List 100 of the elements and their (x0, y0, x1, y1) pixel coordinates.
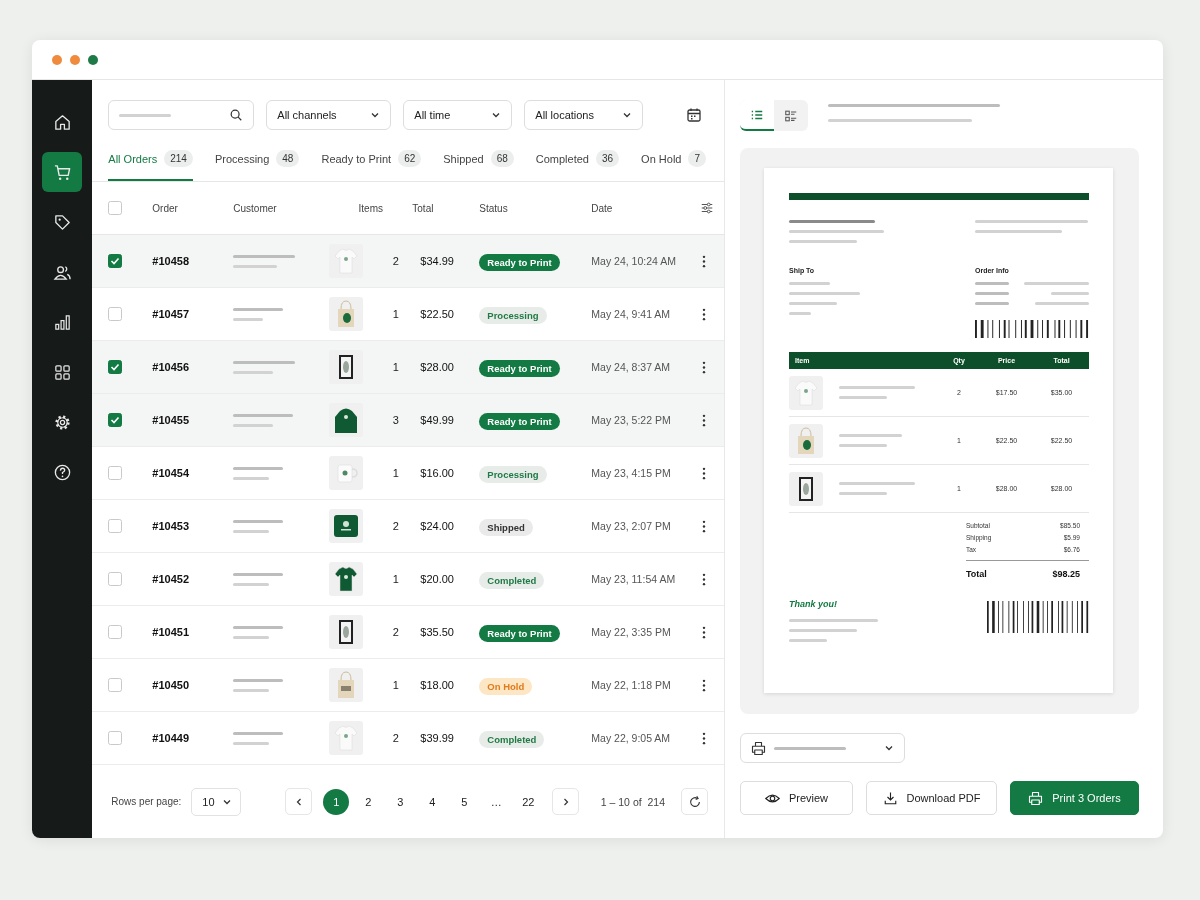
page-button[interactable]: 1 (323, 788, 350, 815)
select-all-checkbox[interactable] (108, 201, 123, 215)
item-count: 2 (392, 732, 399, 744)
item-count: 1 (392, 573, 399, 585)
order-number: #10453 (152, 520, 190, 532)
printer-icon (751, 740, 766, 756)
row-checkbox[interactable] (108, 572, 123, 586)
calendar-button[interactable] (686, 107, 702, 123)
filter-dropdown[interactable]: All locations (524, 100, 644, 130)
sliders-icon[interactable] (700, 201, 715, 215)
status-badge: Ready to Print (479, 624, 560, 642)
window-dot[interactable] (52, 54, 62, 65)
page-button[interactable]: 4 (419, 788, 446, 815)
order-number: #10454 (152, 467, 190, 479)
row-checkbox[interactable] (108, 731, 123, 745)
order-row[interactable]: #10454 1 $16.00 Processing May 23, 4:15 PM (92, 447, 724, 500)
more-icon[interactable] (702, 731, 707, 745)
order-total: $35.50 (419, 626, 455, 638)
placeholder-line (233, 307, 284, 311)
bar-chart-icon (52, 312, 72, 332)
tag-icon (52, 212, 72, 232)
more-icon[interactable] (702, 466, 707, 480)
more-icon[interactable] (702, 360, 707, 374)
row-checkbox[interactable] (108, 360, 123, 374)
item-count: 2 (392, 255, 399, 267)
chevron-down-icon (884, 743, 894, 753)
count-badge: 214 (164, 150, 193, 167)
status-badge: Processing (479, 306, 547, 324)
row-checkbox[interactable] (108, 466, 123, 480)
more-icon[interactable] (702, 413, 707, 427)
order-date: May 24, 9:41 AM (591, 308, 672, 320)
refresh-button[interactable] (681, 788, 708, 815)
rows-per-page-dropdown[interactable]: 10 (191, 787, 242, 816)
status-badge: Ready to Print (479, 359, 560, 377)
filter-tab[interactable]: Shipped 68 (443, 150, 514, 181)
order-row[interactable]: #10450 1 $18.00 On Hold May 22, 1:18 PM (92, 659, 724, 712)
row-checkbox[interactable] (108, 307, 123, 321)
more-icon[interactable] (702, 519, 707, 533)
item-count: 1 (392, 467, 399, 479)
action-button[interactable]: Download PDF (866, 781, 997, 815)
order-date: May 23, 11:54 AM (591, 573, 677, 585)
more-icon[interactable] (702, 572, 707, 586)
page-button[interactable]: 22 (515, 788, 542, 815)
order-row[interactable]: #10449 2 $39.99 Completed May 22, 9:05 AM (92, 712, 724, 765)
search-field[interactable] (108, 100, 255, 130)
filter-tab[interactable]: Processing 48 (214, 150, 300, 181)
window-dot[interactable] (88, 54, 98, 65)
order-row[interactable]: #10451 2 $35.50 Ready to Print May 22, 3:35 PM (92, 606, 724, 659)
order-number: #10457 (152, 308, 190, 320)
row-checkbox[interactable] (108, 678, 123, 692)
column-header: Status (479, 202, 509, 214)
order-date: May 23, 2:07 PM (591, 520, 672, 532)
window-dot[interactable] (70, 54, 80, 65)
tab-label: Processing (214, 152, 270, 165)
nav-button[interactable] (42, 152, 83, 192)
row-checkbox[interactable] (108, 625, 123, 639)
page-button[interactable]: … (483, 788, 510, 815)
count-badge: 62 (398, 150, 422, 167)
page-button[interactable]: 2 (355, 788, 382, 815)
more-icon[interactable] (702, 307, 707, 321)
filter-tab[interactable]: All Orders 214 (108, 150, 193, 181)
order-date: May 24, 10:24 AM (591, 255, 677, 267)
more-icon[interactable] (702, 678, 707, 692)
order-row[interactable]: #10453 2 $24.00 Shipped May 23, 2:07 PM (92, 500, 724, 553)
page-button[interactable]: 5 (451, 788, 478, 815)
order-total: $16.00 (419, 467, 455, 479)
filter-tab[interactable]: Ready to Print 62 (321, 150, 422, 181)
placeholder-line (233, 678, 284, 682)
placeholder-line (233, 572, 284, 576)
filter-dropdown[interactable]: All time (403, 100, 513, 130)
printer-icon (1028, 790, 1044, 806)
action-button[interactable]: Print 3 Orders (1010, 781, 1139, 815)
page-range: 1 – 10 of 214 (600, 795, 665, 808)
row-checkbox[interactable] (108, 519, 123, 533)
row-checkbox[interactable] (108, 413, 123, 427)
row-checkbox[interactable] (108, 254, 123, 268)
item-count: 1 (392, 308, 399, 320)
more-icon[interactable] (702, 625, 707, 639)
filter-tab[interactable]: On Hold 7 (641, 150, 706, 181)
chevron-down-icon (622, 110, 633, 120)
placeholder-line (1024, 282, 1089, 285)
placeholder-line (233, 635, 270, 639)
placeholder-line (1035, 302, 1089, 305)
order-date: May 22, 9:05 AM (591, 732, 672, 744)
placeholder-line (789, 639, 827, 642)
placeholder-line (789, 312, 811, 315)
placeholder-line (233, 582, 270, 586)
page-button[interactable]: 3 (387, 788, 414, 815)
grand-total: $98.25 (1052, 569, 1080, 579)
more-icon[interactable] (702, 254, 707, 268)
order-row[interactable]: #10455 3 $49.99 Ready to Print May 23, 5:22 PM (92, 394, 724, 447)
order-row[interactable]: #10452 1 $20.00 Completed May 23, 11:54 AM (92, 553, 724, 606)
action-button[interactable]: Preview (740, 781, 853, 815)
grid-icon (52, 362, 72, 382)
order-row[interactable]: #10458 2 $34.99 Ready to Print May 24, 10:24 AM (92, 235, 724, 288)
filter-dropdown[interactable]: All channels (266, 100, 392, 130)
download-icon (882, 790, 898, 806)
order-row[interactable]: #10456 1 $28.00 Ready to Print May 24, 8:37 AM (92, 341, 724, 394)
item-count: 2 (392, 520, 399, 532)
filter-tab[interactable]: Completed 36 (535, 150, 620, 181)
